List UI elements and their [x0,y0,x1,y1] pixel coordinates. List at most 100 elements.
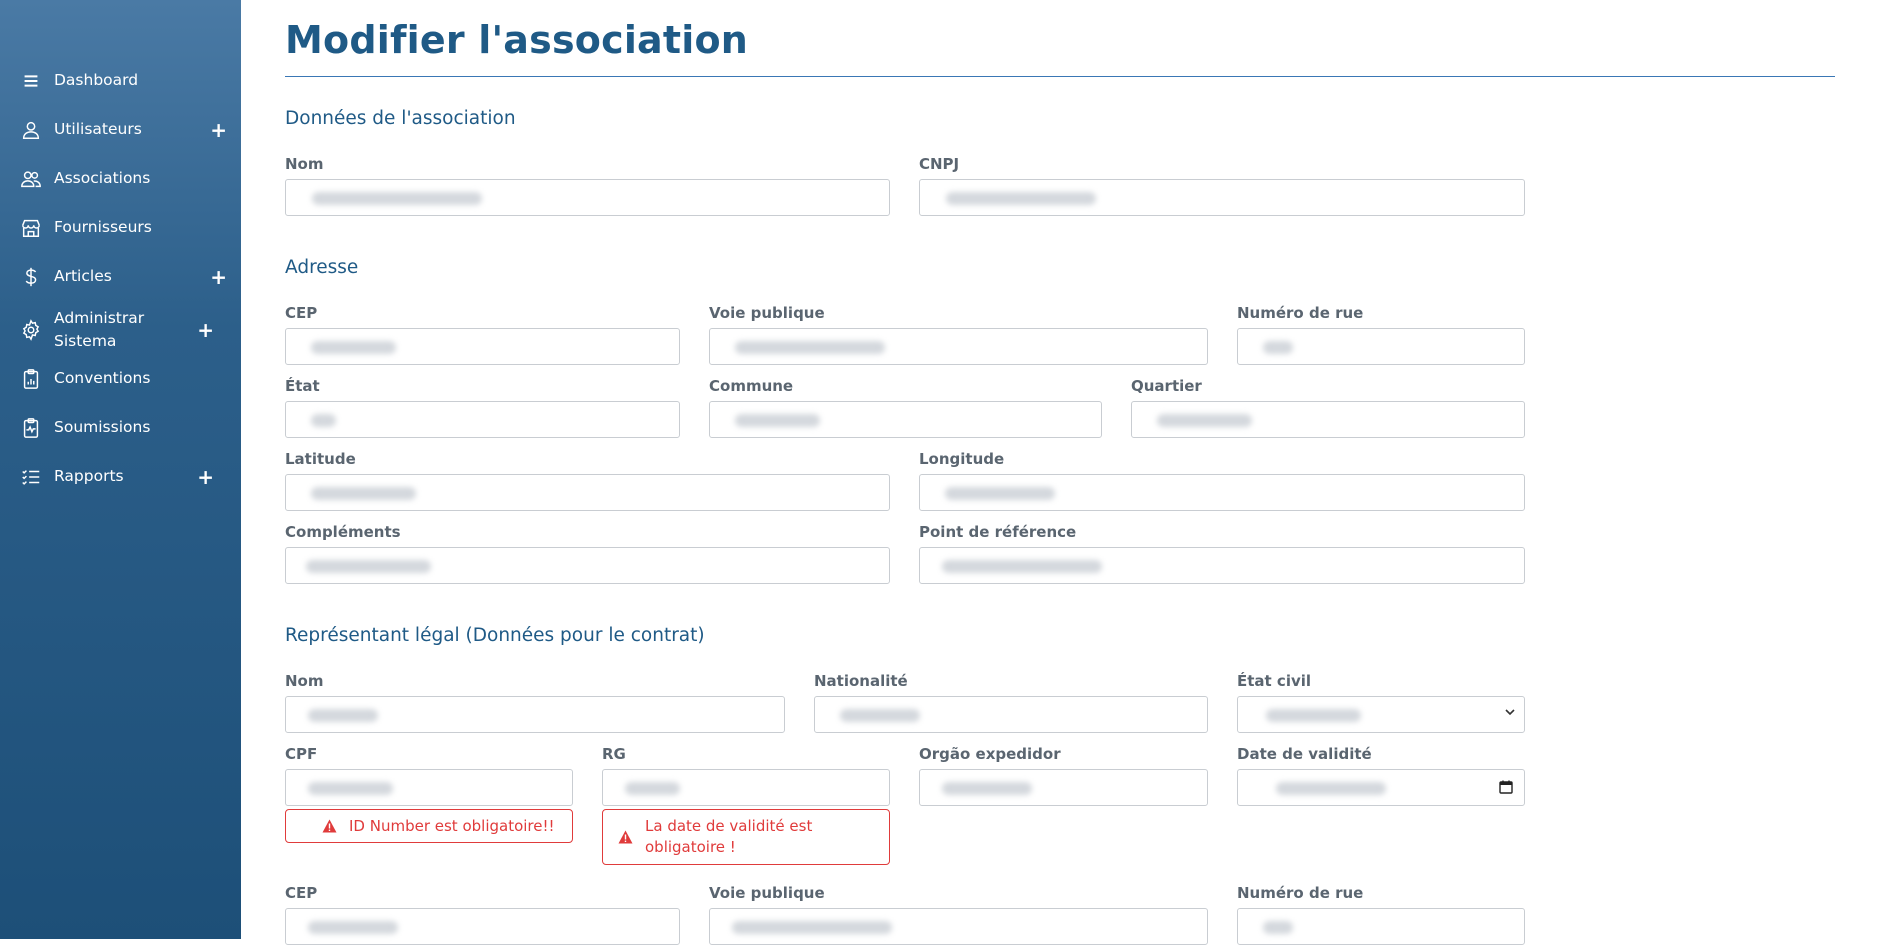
expand-plus-icon[interactable]: + [197,318,214,342]
adresse-latitude-input[interactable] [285,474,890,511]
representant-voie-input[interactable] [709,908,1208,945]
sidebar-item-label: Associations [54,169,151,187]
adresse-commune-input[interactable] [709,401,1102,438]
field-label: Voie publique [709,884,825,902]
redacted-value [625,782,680,795]
sidebar-item-utilisateurs[interactable]: Utilisateurs + [0,105,241,154]
representant-etat-civil-field: État civil [1237,671,1525,733]
clipboard-chart-icon [18,367,44,391]
expand-plus-icon[interactable]: + [197,465,214,489]
clipboard-pulse-icon [18,416,44,440]
representant-nationalite-input[interactable] [814,696,1208,733]
redacted-value [1263,921,1293,934]
adresse-voie-input[interactable] [709,328,1208,365]
users-icon [18,167,44,191]
field-label: Nom [285,672,324,690]
field-label: Commune [709,377,794,395]
adresse-complements-field: Compléments [285,522,890,584]
redacted-value [1263,341,1293,354]
redacted-value [311,341,396,354]
representant-rg-field: RG [602,744,890,806]
chevron-down-icon [1504,706,1516,722]
adresse-commune-field: Commune [709,376,1102,438]
sidebar-item-rapports[interactable]: Rapports + [0,452,241,501]
association-nom-input[interactable] [285,179,890,216]
adresse-quartier-input[interactable] [1131,401,1525,438]
sidebar-item-label: Rapports [54,467,124,485]
sidebar-item-label: Articles [54,267,112,285]
calendar-icon[interactable] [1498,779,1514,799]
section-title-adresse: Adresse [285,257,359,278]
adresse-cep-input[interactable] [285,328,680,365]
adresse-quartier-field: Quartier [1131,376,1525,438]
sidebar-item-label: Utilisateurs [54,120,142,138]
field-label: Point de référence [919,523,1077,541]
redacted-value [1276,782,1386,795]
field-label: Voie publique [709,304,825,322]
redacted-value [308,709,378,722]
adresse-reference-input[interactable] [919,547,1525,584]
menu-icon [18,69,44,93]
expand-plus-icon[interactable]: + [210,118,227,142]
field-label: CEP [285,304,318,322]
adresse-latitude-field: Latitude [285,449,890,511]
redacted-value [1157,414,1252,427]
sidebar-item-soumissions[interactable]: Soumissions [0,403,241,452]
adresse-longitude-input[interactable] [919,474,1525,511]
sidebar-item-label: Administrar Sistema [54,309,145,350]
association-cnpj-field: CNPJ [919,154,1525,216]
representant-cep-field: CEP [285,883,680,945]
sidebar-item-label: Fournisseurs [54,218,152,236]
representant-nationalite-field: Nationalité [814,671,1208,733]
adresse-etat-field: État [285,376,680,438]
sidebar-item-label: Dashboard [54,71,139,89]
field-label: Latitude [285,450,356,468]
representant-rg-input[interactable] [602,769,890,806]
adresse-complements-input[interactable] [285,547,890,584]
warning-icon [618,830,633,844]
sidebar-item-dashboard[interactable]: Dashboard [0,56,241,105]
field-label: Nom [285,155,324,173]
field-label: Quartier [1131,377,1202,395]
redacted-value [735,414,820,427]
field-label: CNPJ [919,155,960,173]
redacted-value [945,487,1055,500]
redacted-value [1266,709,1361,722]
field-label: Longitude [919,450,1005,468]
representant-etat-civil-select[interactable] [1237,696,1525,733]
sidebar-item-label: Conventions [54,369,151,387]
rg-error-text: La date de validité est obligatoire ! [645,817,813,856]
field-label: Numéro de rue [1237,884,1364,902]
representant-cep-input[interactable] [285,908,680,945]
sidebar-item-associations[interactable]: Associations [0,154,241,203]
rg-error-alert: La date de validité est obligatoire ! [602,809,890,865]
sidebar-item-articles[interactable]: Articles + [0,252,241,301]
sidebar: Dashboard Utilisateurs + Associations Fo… [0,0,241,939]
adresse-etat-input[interactable] [285,401,680,438]
field-label: État civil [1237,672,1312,690]
field-label: Compléments [285,523,401,541]
adresse-voie-field: Voie publique [709,303,1208,365]
store-icon [18,216,44,240]
field-label: RG [602,745,626,763]
sidebar-item-fournisseurs[interactable]: Fournisseurs [0,203,241,252]
representant-voie-field: Voie publique [709,883,1208,945]
redacted-value [735,341,885,354]
representant-nom-input[interactable] [285,696,785,733]
adresse-numero-input[interactable] [1237,328,1525,365]
association-cnpj-input[interactable] [919,179,1525,216]
adresse-reference-field: Point de référence [919,522,1525,584]
representant-orgao-input[interactable] [919,769,1208,806]
redacted-value [942,560,1102,573]
sidebar-item-conventions[interactable]: Conventions [0,354,241,403]
sidebar-item-administrar-sistema[interactable]: Administrar Sistema + [0,301,241,359]
sidebar-item-label: Soumissions [54,418,151,436]
adresse-numero-field: Numéro de rue [1237,303,1525,365]
representant-validite-date-input[interactable] [1237,769,1525,806]
expand-plus-icon[interactable]: + [210,265,227,289]
representant-cpf-input[interactable] [285,769,573,806]
field-label: Date de validité [1237,745,1372,763]
redacted-value [311,487,416,500]
field-label: CPF [285,745,318,763]
representant-numero-input[interactable] [1237,908,1525,945]
